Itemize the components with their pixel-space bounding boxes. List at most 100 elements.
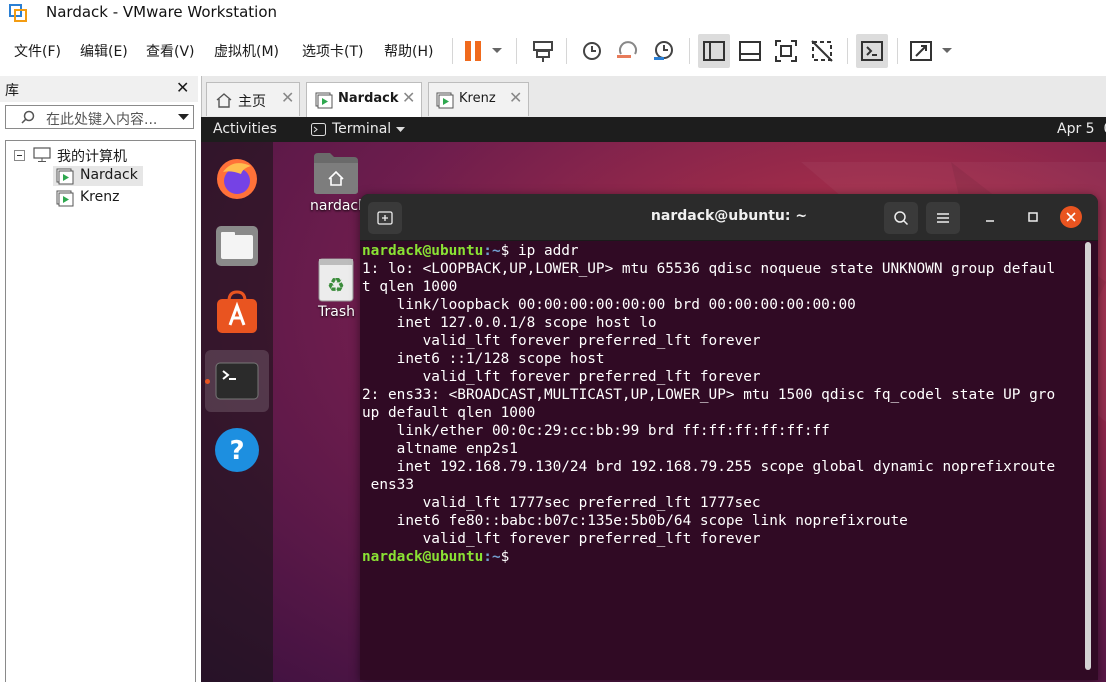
search-button[interactable] (884, 202, 918, 234)
search-placeholder: 在此处键入内容... (46, 112, 158, 128)
close-button[interactable] (1060, 206, 1082, 228)
menu-help[interactable]: 帮助(H) (384, 41, 433, 61)
chevron-down-icon[interactable] (941, 47, 953, 55)
tree-vm-nardack[interactable]: Nardack (80, 167, 138, 183)
output-line: up default qlen 1000 (362, 405, 536, 421)
snapshot-icon[interactable] (577, 36, 607, 66)
vm-running-icon (315, 92, 333, 109)
library-search[interactable]: 在此处键入内容... (5, 105, 194, 129)
tab-label: Krenz (459, 91, 496, 106)
chevron-down-icon[interactable] (491, 47, 503, 55)
toolbar-separator (452, 38, 453, 64)
output-line: inet6 ::1/128 scope host (362, 351, 605, 367)
tab-label: 主页 (238, 94, 266, 110)
svg-text:♻: ♻ (327, 273, 345, 297)
output-line: inet6 fe80::babc:b07c:135e:5b0b/64 scope… (362, 513, 908, 529)
trash-icon[interactable]: ♻ (316, 257, 356, 303)
tab-strip: 主页 ✕ Nardack ✕ Krenz ✕ (201, 76, 1106, 117)
terminal-icon[interactable] (213, 357, 261, 405)
toolbar-separator (516, 38, 517, 64)
prompt-line: nardack@ubuntu:~$ ip addr (362, 242, 1084, 260)
console-view-icon[interactable] (857, 36, 887, 66)
close-icon[interactable]: ✕ (509, 88, 522, 107)
gnome-top-bar: Activities Terminal Apr 5 0 (201, 117, 1106, 142)
show-library-icon[interactable] (699, 36, 729, 66)
tab-krenz[interactable]: Krenz ✕ (428, 82, 529, 116)
send-keys-icon[interactable] (528, 36, 558, 66)
toolbar-separator (689, 38, 690, 64)
output-line: link/loopback 00:00:00:00:00:00 brd 00:0… (362, 297, 856, 313)
maximize-icon[interactable] (1027, 211, 1039, 223)
terminal-output[interactable]: nardack@ubuntu:~$ ip addr 1: lo: <LOOPBAC… (362, 242, 1084, 678)
menu-vm[interactable]: 虚拟机(M) (214, 41, 279, 61)
vm-running-icon (436, 92, 454, 109)
home-folder-label[interactable]: nardack (310, 198, 366, 214)
app-menu-label[interactable]: Terminal (332, 121, 391, 137)
menu-edit[interactable]: 编辑(E) (80, 41, 128, 61)
output-line: valid_lft forever preferred_lft forever (362, 369, 761, 385)
search-icon (21, 110, 35, 124)
search-icon (894, 211, 909, 226)
help-icon[interactable]: ? (213, 426, 261, 474)
revert-snapshot-icon[interactable] (613, 36, 643, 66)
menu-button[interactable] (926, 202, 960, 234)
hamburger-menu-icon (937, 213, 949, 223)
tab-nardack[interactable]: Nardack ✕ (306, 82, 422, 117)
menu-toolbar: 文件(F) 编辑(E) 查看(V) 虚拟机(M) 选项卡(T) 帮助(H) (0, 26, 1106, 74)
terminal-scrollbar[interactable] (1085, 242, 1091, 670)
menu-view[interactable]: 查看(V) (146, 41, 195, 61)
dropdown-arrow-icon[interactable] (178, 114, 189, 121)
toolbar-separator (897, 38, 898, 64)
terminal-window[interactable]: nardack@ubuntu: ~ nardack@ubuntu:~$ ip a… (360, 194, 1098, 680)
toolbar-separator (847, 38, 848, 64)
tab-home[interactable]: 主页 ✕ (206, 82, 300, 116)
close-icon (1066, 212, 1076, 222)
tree-vm-krenz[interactable]: Krenz (80, 189, 119, 205)
menu-file[interactable]: 文件(F) (14, 41, 61, 61)
toolbar-separator (566, 38, 567, 64)
close-icon[interactable]: ✕ (402, 88, 415, 107)
prompt-symbol: $ (500, 549, 518, 565)
command-text: ip addr (517, 243, 579, 259)
snapshot-manager-icon[interactable] (649, 36, 679, 66)
svg-text:?: ? (229, 436, 244, 466)
output-line: valid_lft forever preferred_lft forever (362, 333, 761, 349)
thumbnail-bar-icon[interactable] (735, 36, 765, 66)
tree-root-label[interactable]: 我的计算机 (57, 146, 127, 166)
collapse-icon[interactable] (14, 150, 25, 161)
trash-label[interactable]: Trash (318, 304, 355, 320)
library-tree: 我的计算机 Nardack Krenz (5, 140, 196, 682)
prompt-user: nardack@ubuntu (362, 549, 484, 565)
clock[interactable]: Apr 5 0 (1057, 121, 1106, 137)
output-line: ens33 (362, 477, 414, 493)
output-line: valid_lft 1777sec preferred_lft 1777sec (362, 495, 761, 511)
menu-tabs[interactable]: 选项卡(T) (302, 41, 363, 61)
prompt-line: nardack@ubuntu:~$ (362, 548, 1084, 566)
vm-running-icon (56, 168, 74, 185)
library-title: 库 (5, 83, 19, 99)
output-line: 1: lo: <LOOPBACK,UP,LOWER_UP> mtu 65536 … (362, 261, 1056, 277)
vm-running-icon (56, 190, 74, 207)
activities-button[interactable]: Activities (213, 121, 277, 137)
close-icon[interactable]: ✕ (281, 88, 294, 107)
guest-display[interactable]: Activities Terminal Apr 5 0 ? (201, 117, 1106, 682)
chevron-down-icon (396, 127, 405, 132)
prompt-symbol: $ (500, 243, 518, 259)
minimize-icon[interactable] (984, 212, 996, 224)
tab-label: Nardack (338, 91, 399, 106)
prompt-path: :~ (483, 243, 501, 259)
terminal-app-icon (311, 123, 326, 136)
home-folder-icon[interactable] (312, 151, 360, 195)
stretch-guest-icon[interactable] (906, 36, 936, 66)
firefox-icon[interactable] (213, 154, 261, 202)
software-icon[interactable] (213, 289, 261, 337)
pause-icon[interactable] (462, 40, 484, 62)
files-icon[interactable] (213, 222, 261, 270)
full-screen-icon[interactable] (771, 36, 801, 66)
ubuntu-dock: ? (201, 142, 273, 682)
unity-mode-icon[interactable] (807, 36, 837, 66)
running-indicator (205, 379, 210, 384)
title-bar: Nardack - VMware Workstation (0, 0, 1106, 26)
output-line: altname enp2s1 (362, 441, 518, 457)
close-icon[interactable]: ✕ (176, 78, 189, 97)
